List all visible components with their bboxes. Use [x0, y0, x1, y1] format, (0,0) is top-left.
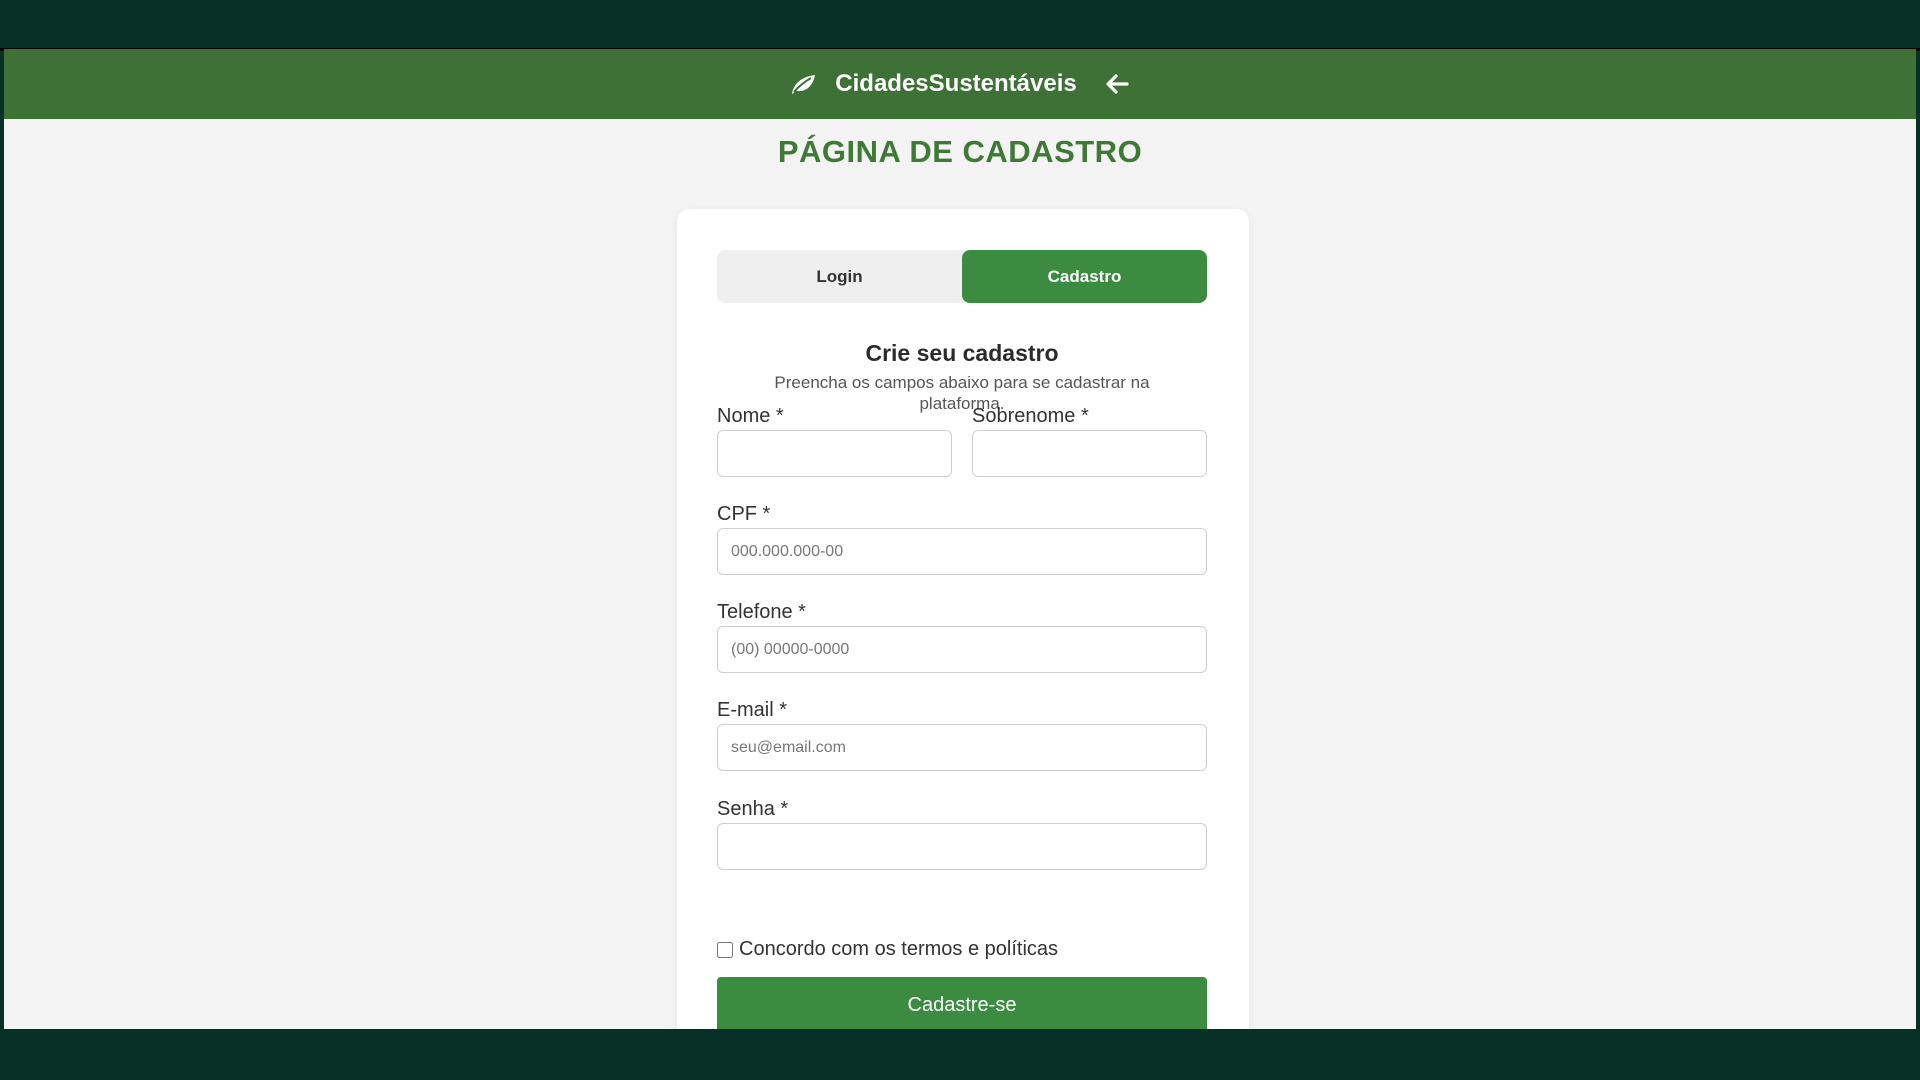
- signup-card: Login Cadastro Crie seu cadastro Preench…: [677, 209, 1249, 1029]
- terms-row: Concordo com os termos e políticas: [717, 938, 1058, 961]
- arrow-left-icon[interactable]: [1103, 72, 1131, 96]
- auth-tabs: Login Cadastro: [717, 250, 1207, 303]
- brand-name: CidadesSustentáveis: [835, 70, 1077, 97]
- cpf-label: CPF *: [717, 503, 771, 525]
- email-label: E-mail *: [717, 699, 788, 721]
- cadastre-se-button[interactable]: Cadastre-se: [717, 977, 1207, 1029]
- top-navbar: CidadesSustentáveis: [4, 49, 1916, 119]
- cpf-field[interactable]: [717, 528, 1207, 575]
- brand[interactable]: CidadesSustentáveis: [789, 70, 1130, 98]
- tab-login[interactable]: Login: [717, 250, 962, 303]
- senha-label: Senha *: [717, 798, 789, 820]
- terms-checkbox[interactable]: [717, 941, 733, 958]
- telefone-label: Telefone *: [717, 601, 806, 623]
- app-viewport: CidadesSustentáveis PÁGINA DE CADASTRO L…: [4, 49, 1916, 1029]
- leaf-icon: [792, 75, 816, 94]
- sobrenome-label: Sobrenome *: [972, 405, 1089, 427]
- email-field[interactable]: [717, 724, 1207, 771]
- terms-label[interactable]: Concordo com os termos e políticas: [739, 938, 1058, 961]
- tab-cadastro[interactable]: Cadastro: [962, 250, 1207, 303]
- telefone-field[interactable]: [717, 626, 1207, 673]
- nome-field[interactable]: [717, 430, 952, 477]
- senha-field[interactable]: [717, 823, 1207, 870]
- sobrenome-field[interactable]: [972, 430, 1207, 477]
- form-subheading: Preencha os campos abaixo para se cadast…: [774, 373, 1150, 413]
- form-heading: Crie seu cadastro: [865, 340, 1059, 366]
- nome-label: Nome *: [717, 405, 784, 427]
- page-title: PÁGINA DE CADASTRO: [777, 134, 1143, 169]
